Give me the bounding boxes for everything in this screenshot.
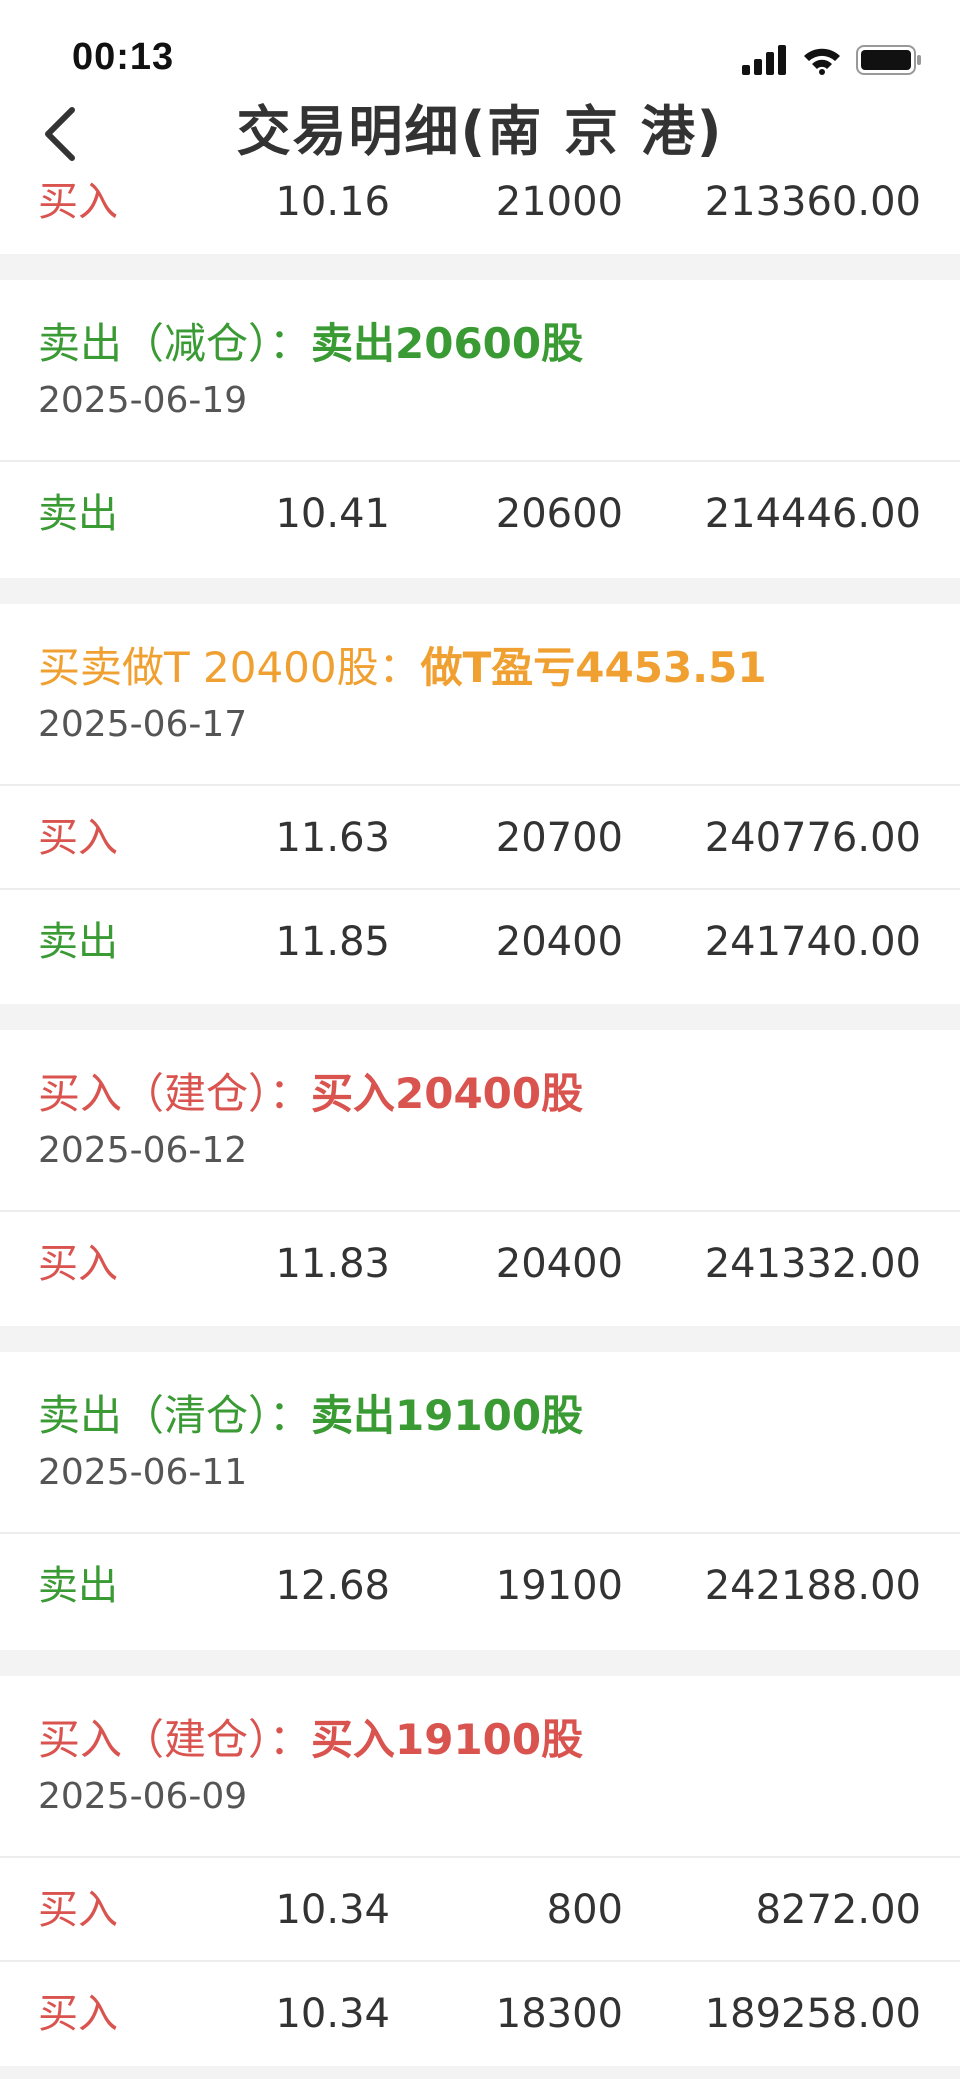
section-gap — [0, 1650, 960, 1676]
trade-quantity: 20400 — [495, 1241, 623, 1287]
status-icons — [742, 38, 922, 82]
group-header: 卖出（减仓）：卖出20600股 2025-06-19 — [0, 280, 960, 460]
group-date: 2025-06-12 — [38, 1130, 248, 1171]
group-title-highlight: 做T盈亏4453.51 — [420, 643, 767, 692]
trade-quantity: 20600 — [495, 491, 623, 537]
list-item: 买入 10.34 18300 189258.00 — [0, 1962, 960, 2066]
group-title: 买入（建仓）：买入20400股 — [38, 1060, 583, 1121]
group-title-prefix: 买入（建仓）： — [38, 1069, 312, 1118]
group-title-highlight: 买入20400股 — [311, 1069, 584, 1118]
trade-quantity: 20700 — [495, 815, 623, 861]
group-header: 买入（建仓）：买入19100股 2025-06-09 — [0, 1676, 960, 1856]
group-title-prefix: 卖出（清仓）： — [38, 1391, 312, 1440]
trade-amount: 240776.00 — [704, 815, 921, 861]
group-date: 2025-06-09 — [38, 1776, 248, 1817]
trade-quantity: 20400 — [495, 919, 623, 965]
trade-amount: 241740.00 — [704, 919, 921, 965]
group-title-highlight: 买入19100股 — [311, 1715, 584, 1764]
trade-type: 买入 — [38, 1887, 118, 1933]
trade-price: 10.34 — [275, 1887, 390, 1933]
battery-icon — [856, 45, 921, 75]
status-time: 00:13 — [72, 36, 175, 78]
group-title-prefix: 买入（建仓）： — [38, 1715, 312, 1764]
list-item: 买入 11.83 20400 241332.00 — [0, 1212, 960, 1316]
trade-amount: 214446.00 — [704, 491, 921, 537]
trade-amount: 241332.00 — [704, 1241, 921, 1287]
group-title: 买卖做T 20400股：做T盈亏4453.51 — [38, 634, 767, 695]
list-item: 买入 11.63 20700 240776.00 — [0, 786, 960, 890]
cellular-signal-icon — [742, 45, 786, 75]
group-title-highlight: 卖出19100股 — [311, 1391, 584, 1440]
trade-type: 卖出 — [38, 491, 118, 537]
group-date: 2025-06-17 — [38, 704, 248, 745]
group-date: 2025-06-19 — [38, 380, 248, 421]
trade-quantity: 18300 — [495, 1991, 623, 2037]
trade-price: 11.85 — [275, 919, 390, 965]
section-gap — [0, 578, 960, 604]
status-bar: 00:13 — [0, 0, 960, 110]
trade-amount: 8272.00 — [755, 1887, 921, 1933]
section-gap — [0, 1326, 960, 1352]
group-title: 卖出（减仓）：卖出20600股 — [38, 310, 583, 371]
trade-price: 10.41 — [275, 491, 390, 537]
group-title: 卖出（清仓）：卖出19100股 — [38, 1382, 583, 1443]
trade-quantity: 800 — [546, 1887, 623, 1933]
wifi-icon — [804, 48, 840, 75]
section-gap — [0, 254, 960, 280]
trade-quantity: 19100 — [495, 1563, 623, 1609]
group-header: 买入（建仓）：买入20400股 2025-06-12 — [0, 1030, 960, 1210]
list-item: 卖出 12.68 19100 242188.00 — [0, 1534, 960, 1638]
list-item: 买入 10.34 800 8272.00 — [0, 1858, 960, 1962]
page-title: 交易明细(南 京 港) — [236, 100, 724, 163]
trade-type: 买入 — [38, 1241, 118, 1287]
section-gap — [0, 2066, 960, 2079]
group-header: 买卖做T 20400股：做T盈亏4453.51 2025-06-17 — [0, 604, 960, 784]
group-title-highlight: 卖出20600股 — [311, 319, 584, 368]
trade-type: 卖出 — [38, 919, 118, 965]
nav-bar: 交易明细(南 京 港) — [0, 100, 960, 170]
trade-type: 卖出 — [38, 1563, 118, 1609]
group-header: 卖出（清仓）：卖出19100股 2025-06-11 — [0, 1352, 960, 1532]
list-item: 卖出 11.85 20400 241740.00 — [0, 890, 960, 994]
group-date: 2025-06-11 — [38, 1452, 248, 1493]
group-title: 买入（建仓）：买入19100股 — [38, 1706, 583, 1767]
group-title-prefix: 买卖做T 20400股： — [38, 643, 421, 692]
group-title-prefix: 卖出（减仓）： — [38, 319, 312, 368]
list-item: 卖出 10.41 20600 214446.00 — [0, 462, 960, 566]
trade-price: 11.83 — [275, 1241, 390, 1287]
trade-price: 10.34 — [275, 1991, 390, 2037]
trade-amount: 189258.00 — [704, 1991, 921, 2037]
trade-type: 买入 — [38, 815, 118, 861]
section-gap — [0, 1004, 960, 1030]
trade-price: 12.68 — [275, 1563, 390, 1609]
trade-price: 11.63 — [275, 815, 390, 861]
trade-type: 买入 — [38, 1991, 118, 2037]
trade-amount: 242188.00 — [704, 1563, 921, 1609]
